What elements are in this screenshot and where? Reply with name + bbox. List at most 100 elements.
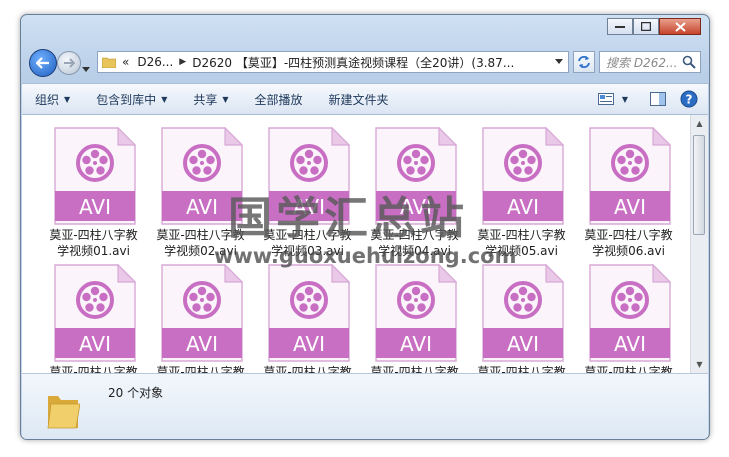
breadcrumb-item-parent[interactable]: D26...: [133, 55, 177, 69]
avi-video-file-icon: AVI: [482, 264, 564, 362]
search-input[interactable]: 搜索 D262...: [599, 51, 701, 73]
new-folder-label: 新建文件夹: [328, 92, 389, 107]
scroll-down-icon[interactable]: ▼: [691, 356, 708, 373]
file-name: 莫亚-四柱八字教: [575, 364, 682, 373]
address-bar[interactable]: « D26... ▶ D2620 【莫亚】-四柱预测真途视频课程（全20讲）(3…: [97, 51, 569, 73]
play-all-button[interactable]: 全部播放: [242, 84, 316, 114]
file-name-line1: 莫亚-四柱八字教: [49, 365, 138, 373]
maximize-button[interactable]: [633, 18, 659, 35]
minimize-button[interactable]: [607, 18, 633, 35]
forward-button[interactable]: [57, 51, 81, 75]
file-name-line1: 莫亚-四柱八字教: [370, 365, 459, 373]
search-placeholder: 搜索 D262...: [606, 56, 678, 70]
breadcrumb-separator-icon[interactable]: ▶: [177, 57, 188, 67]
file-item[interactable]: AVI 莫亚-四柱八字教 学视频01.avi: [40, 123, 147, 260]
magnifier-icon[interactable]: [682, 55, 696, 69]
file-grid: AVI 莫亚-四柱八字教 学视频01.avi AVI 莫亚-四柱八字教 学视频0…: [40, 123, 682, 373]
address-dropdown-button[interactable]: [550, 52, 568, 72]
caption-buttons: [607, 18, 701, 35]
file-type-label: AVI: [614, 332, 646, 356]
file-name-line1: 莫亚-四柱八字教: [263, 228, 352, 242]
file-name-line2: 学视频04.avi: [378, 244, 451, 258]
file-item[interactable]: AVI 莫亚-四柱八字教 学视频06.avi: [575, 123, 682, 260]
avi-video-file-icon: AVI: [375, 264, 457, 362]
file-name-line1: 莫亚-四柱八字教: [477, 365, 566, 373]
maximize-icon: [641, 22, 651, 31]
scrollbar-thumb[interactable]: [693, 135, 705, 235]
close-button[interactable]: [659, 18, 701, 35]
file-type-label: AVI: [186, 195, 218, 219]
file-name: 莫亚-四柱八字教: [468, 364, 575, 373]
file-type-label: AVI: [186, 332, 218, 356]
preview-pane-icon: [650, 92, 666, 106]
file-name-line1: 莫亚-四柱八字教: [477, 228, 566, 242]
file-item[interactable]: AVI 莫亚-四柱八字教: [254, 260, 361, 373]
avi-video-file-icon: AVI: [589, 127, 671, 225]
file-item[interactable]: AVI 莫亚-四柱八字教: [575, 260, 682, 373]
refresh-icon: [578, 56, 590, 68]
file-name: 莫亚-四柱八字教: [40, 364, 147, 373]
recent-pages-button[interactable]: [82, 58, 90, 72]
breadcrumb-item-current[interactable]: D2620 【莫亚】-四柱预测真途视频课程（全20讲）(3.87...: [188, 54, 518, 71]
chevron-down-icon: [82, 67, 90, 72]
file-type-label: AVI: [507, 195, 539, 219]
file-name-line1: 莫亚-四柱八字教: [584, 228, 673, 242]
file-item[interactable]: AVI 莫亚-四柱八字教 学视频02.avi: [147, 123, 254, 260]
view-dropdown-button[interactable]: ▼: [618, 84, 638, 114]
file-item[interactable]: AVI 莫亚-四柱八字教: [40, 260, 147, 373]
chevron-down-icon: [555, 59, 563, 64]
minimize-icon: [615, 25, 625, 28]
file-item[interactable]: AVI 莫亚-四柱八字教 学视频05.avi: [468, 123, 575, 260]
file-name-line2: 学视频05.avi: [485, 244, 558, 258]
avi-video-file-icon: AVI: [589, 264, 671, 362]
avi-video-file-icon: AVI: [268, 127, 350, 225]
file-name: 莫亚-四柱八字教 学视频05.avi: [468, 227, 575, 259]
file-type-label: AVI: [400, 195, 432, 219]
avi-video-file-icon: AVI: [161, 264, 243, 362]
file-name: 莫亚-四柱八字教: [147, 364, 254, 373]
file-item[interactable]: AVI 莫亚-四柱八字教: [361, 260, 468, 373]
file-item[interactable]: AVI 莫亚-四柱八字教: [147, 260, 254, 373]
avi-video-file-icon: AVI: [54, 127, 136, 225]
include-in-library-menu[interactable]: 包含到库中 ▼: [83, 84, 180, 114]
file-name-line1: 莫亚-四柱八字教: [156, 228, 245, 242]
item-count: 20 个对象: [108, 386, 164, 400]
organize-menu[interactable]: 组织 ▼: [22, 84, 83, 114]
avi-video-file-icon: AVI: [482, 127, 564, 225]
file-name-line2: 学视频06.avi: [592, 244, 665, 258]
file-name-line1: 莫亚-四柱八字教: [584, 365, 673, 373]
avi-video-file-icon: AVI: [268, 264, 350, 362]
file-item[interactable]: AVI 莫亚-四柱八字教: [468, 260, 575, 373]
file-item[interactable]: AVI 莫亚-四柱八字教 学视频04.avi: [361, 123, 468, 260]
play-all-label: 全部播放: [254, 92, 303, 107]
folder-icon: [47, 396, 80, 429]
file-name: 莫亚-四柱八字教 学视频03.avi: [254, 227, 361, 259]
refresh-button[interactable]: [573, 51, 595, 73]
new-folder-button[interactable]: 新建文件夹: [316, 84, 402, 114]
organize-dropdown-icon: ▼: [64, 94, 71, 104]
file-name: 莫亚-四柱八字教: [361, 364, 468, 373]
file-name: 莫亚-四柱八字教: [254, 364, 361, 373]
file-name: 莫亚-四柱八字教 学视频02.avi: [147, 227, 254, 259]
share-menu[interactable]: 共享 ▼: [180, 84, 241, 114]
back-button[interactable]: [29, 49, 57, 77]
file-name: 莫亚-四柱八字教 学视频06.avi: [575, 227, 682, 259]
details-pane: 20 个对象: [22, 373, 708, 439]
arrow-left-icon: [36, 57, 49, 69]
file-name-line2: 学视频03.avi: [271, 244, 344, 258]
change-view-button[interactable]: [594, 84, 618, 114]
file-type-label: AVI: [79, 332, 111, 356]
include-library-dropdown-icon: ▼: [161, 94, 168, 104]
breadcrumb-overflow[interactable]: «: [118, 55, 133, 69]
preview-pane-button[interactable]: [638, 84, 678, 114]
share-label: 共享: [193, 92, 218, 107]
vertical-scrollbar[interactable]: ▲ ▼: [690, 115, 708, 373]
view-options-icon: [597, 93, 614, 105]
share-dropdown-icon: ▼: [222, 94, 229, 104]
scroll-up-icon[interactable]: ▲: [691, 115, 708, 132]
view-controls: ▼ ?: [594, 84, 708, 114]
help-button[interactable]: ?: [678, 84, 708, 114]
file-item[interactable]: AVI 莫亚-四柱八字教 学视频03.avi: [254, 123, 361, 260]
file-name-line2: 学视频02.avi: [164, 244, 237, 258]
organize-label: 组织: [35, 92, 60, 107]
